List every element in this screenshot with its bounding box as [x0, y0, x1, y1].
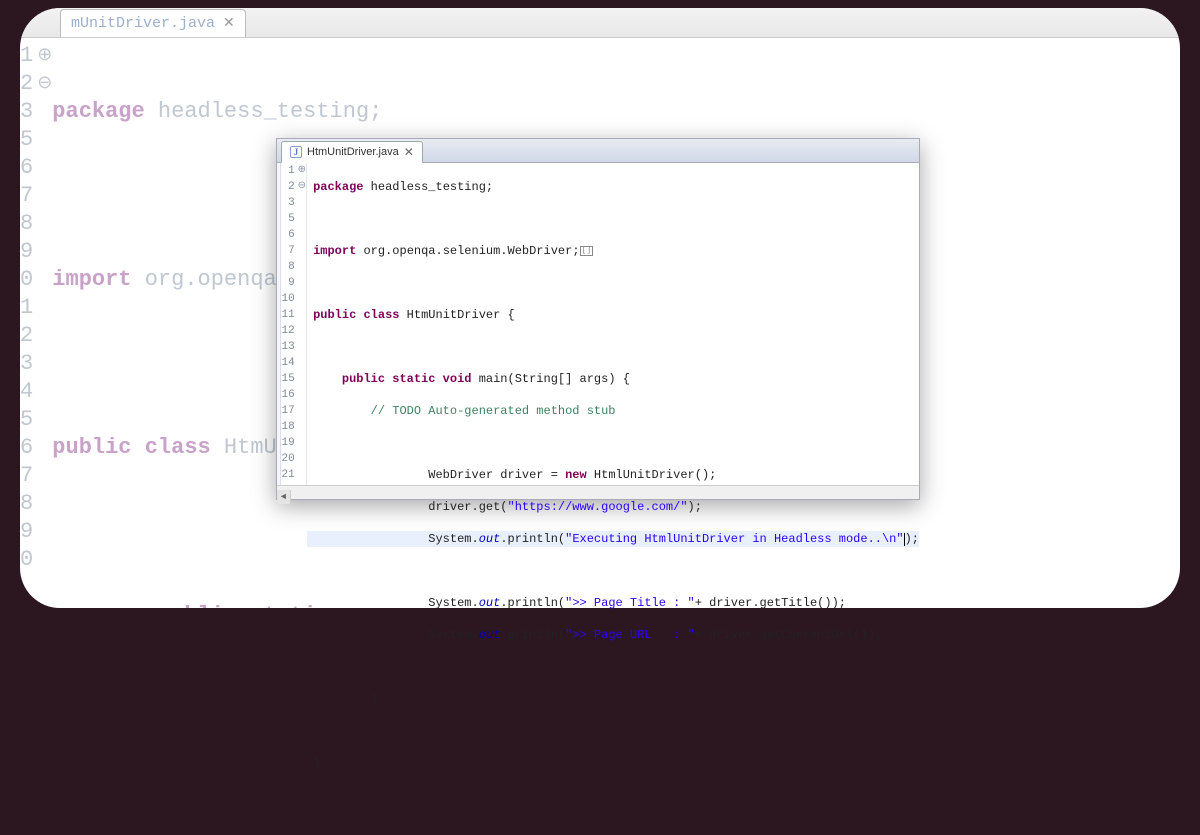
bg-tab-title: mUnitDriver.java: [71, 15, 215, 32]
fold-collapse-icon[interactable]: ⊖: [298, 179, 306, 195]
fold-collapse-icon[interactable]: ⊖: [37, 70, 52, 98]
highlighted-line: System.out.println("Executing HtmlUnitDr…: [307, 531, 919, 547]
fg-line-gutter: 1 2 3 5 6 7 8 9 10 11 12 13 14 15 16 17 …: [281, 163, 297, 485]
fg-tab-title: HtmUnitDriver.java: [307, 146, 399, 158]
foreground-editor: J HtmUnitDriver.java ✕ 1 2 3 5 6 7 8 9 1…: [276, 138, 920, 500]
fg-code-lines[interactable]: package headless_testing; import org.ope…: [307, 163, 919, 485]
fg-editor-tab[interactable]: J HtmUnitDriver.java ✕: [281, 141, 423, 163]
fold-expand-icon[interactable]: ⊕: [298, 163, 306, 179]
fg-fold-gutter: ⊕ ⊖: [298, 163, 307, 485]
close-icon[interactable]: ✕: [223, 15, 235, 32]
scroll-left-icon[interactable]: ◄: [277, 490, 291, 504]
fold-expand-icon[interactable]: ⊕: [37, 42, 52, 70]
close-icon[interactable]: ✕: [404, 145, 414, 159]
bg-editor-tab[interactable]: mUnitDriver.java ✕: [60, 9, 246, 37]
bg-tab-bar: mUnitDriver.java ✕: [20, 8, 1180, 38]
bg-fold-gutter: ⊕ ⊖: [37, 42, 52, 608]
fg-tab-bar: J HtmUnitDriver.java ✕: [277, 139, 919, 163]
java-file-icon: J: [290, 146, 302, 158]
folded-code-icon[interactable]: []: [580, 246, 594, 256]
bg-line-gutter: 1 2 3 5 6 7 8 9 0 1 2 3 4 5 6 7 8 9 0: [20, 42, 37, 608]
page-background: mUnitDriver.java ✕ 1 2 3 5 6 7 8 9 0 1 2…: [0, 0, 1200, 628]
horizontal-scrollbar[interactable]: ◄: [277, 485, 919, 499]
fg-editor-body: 1 2 3 5 6 7 8 9 10 11 12 13 14 15 16 17 …: [277, 163, 919, 485]
